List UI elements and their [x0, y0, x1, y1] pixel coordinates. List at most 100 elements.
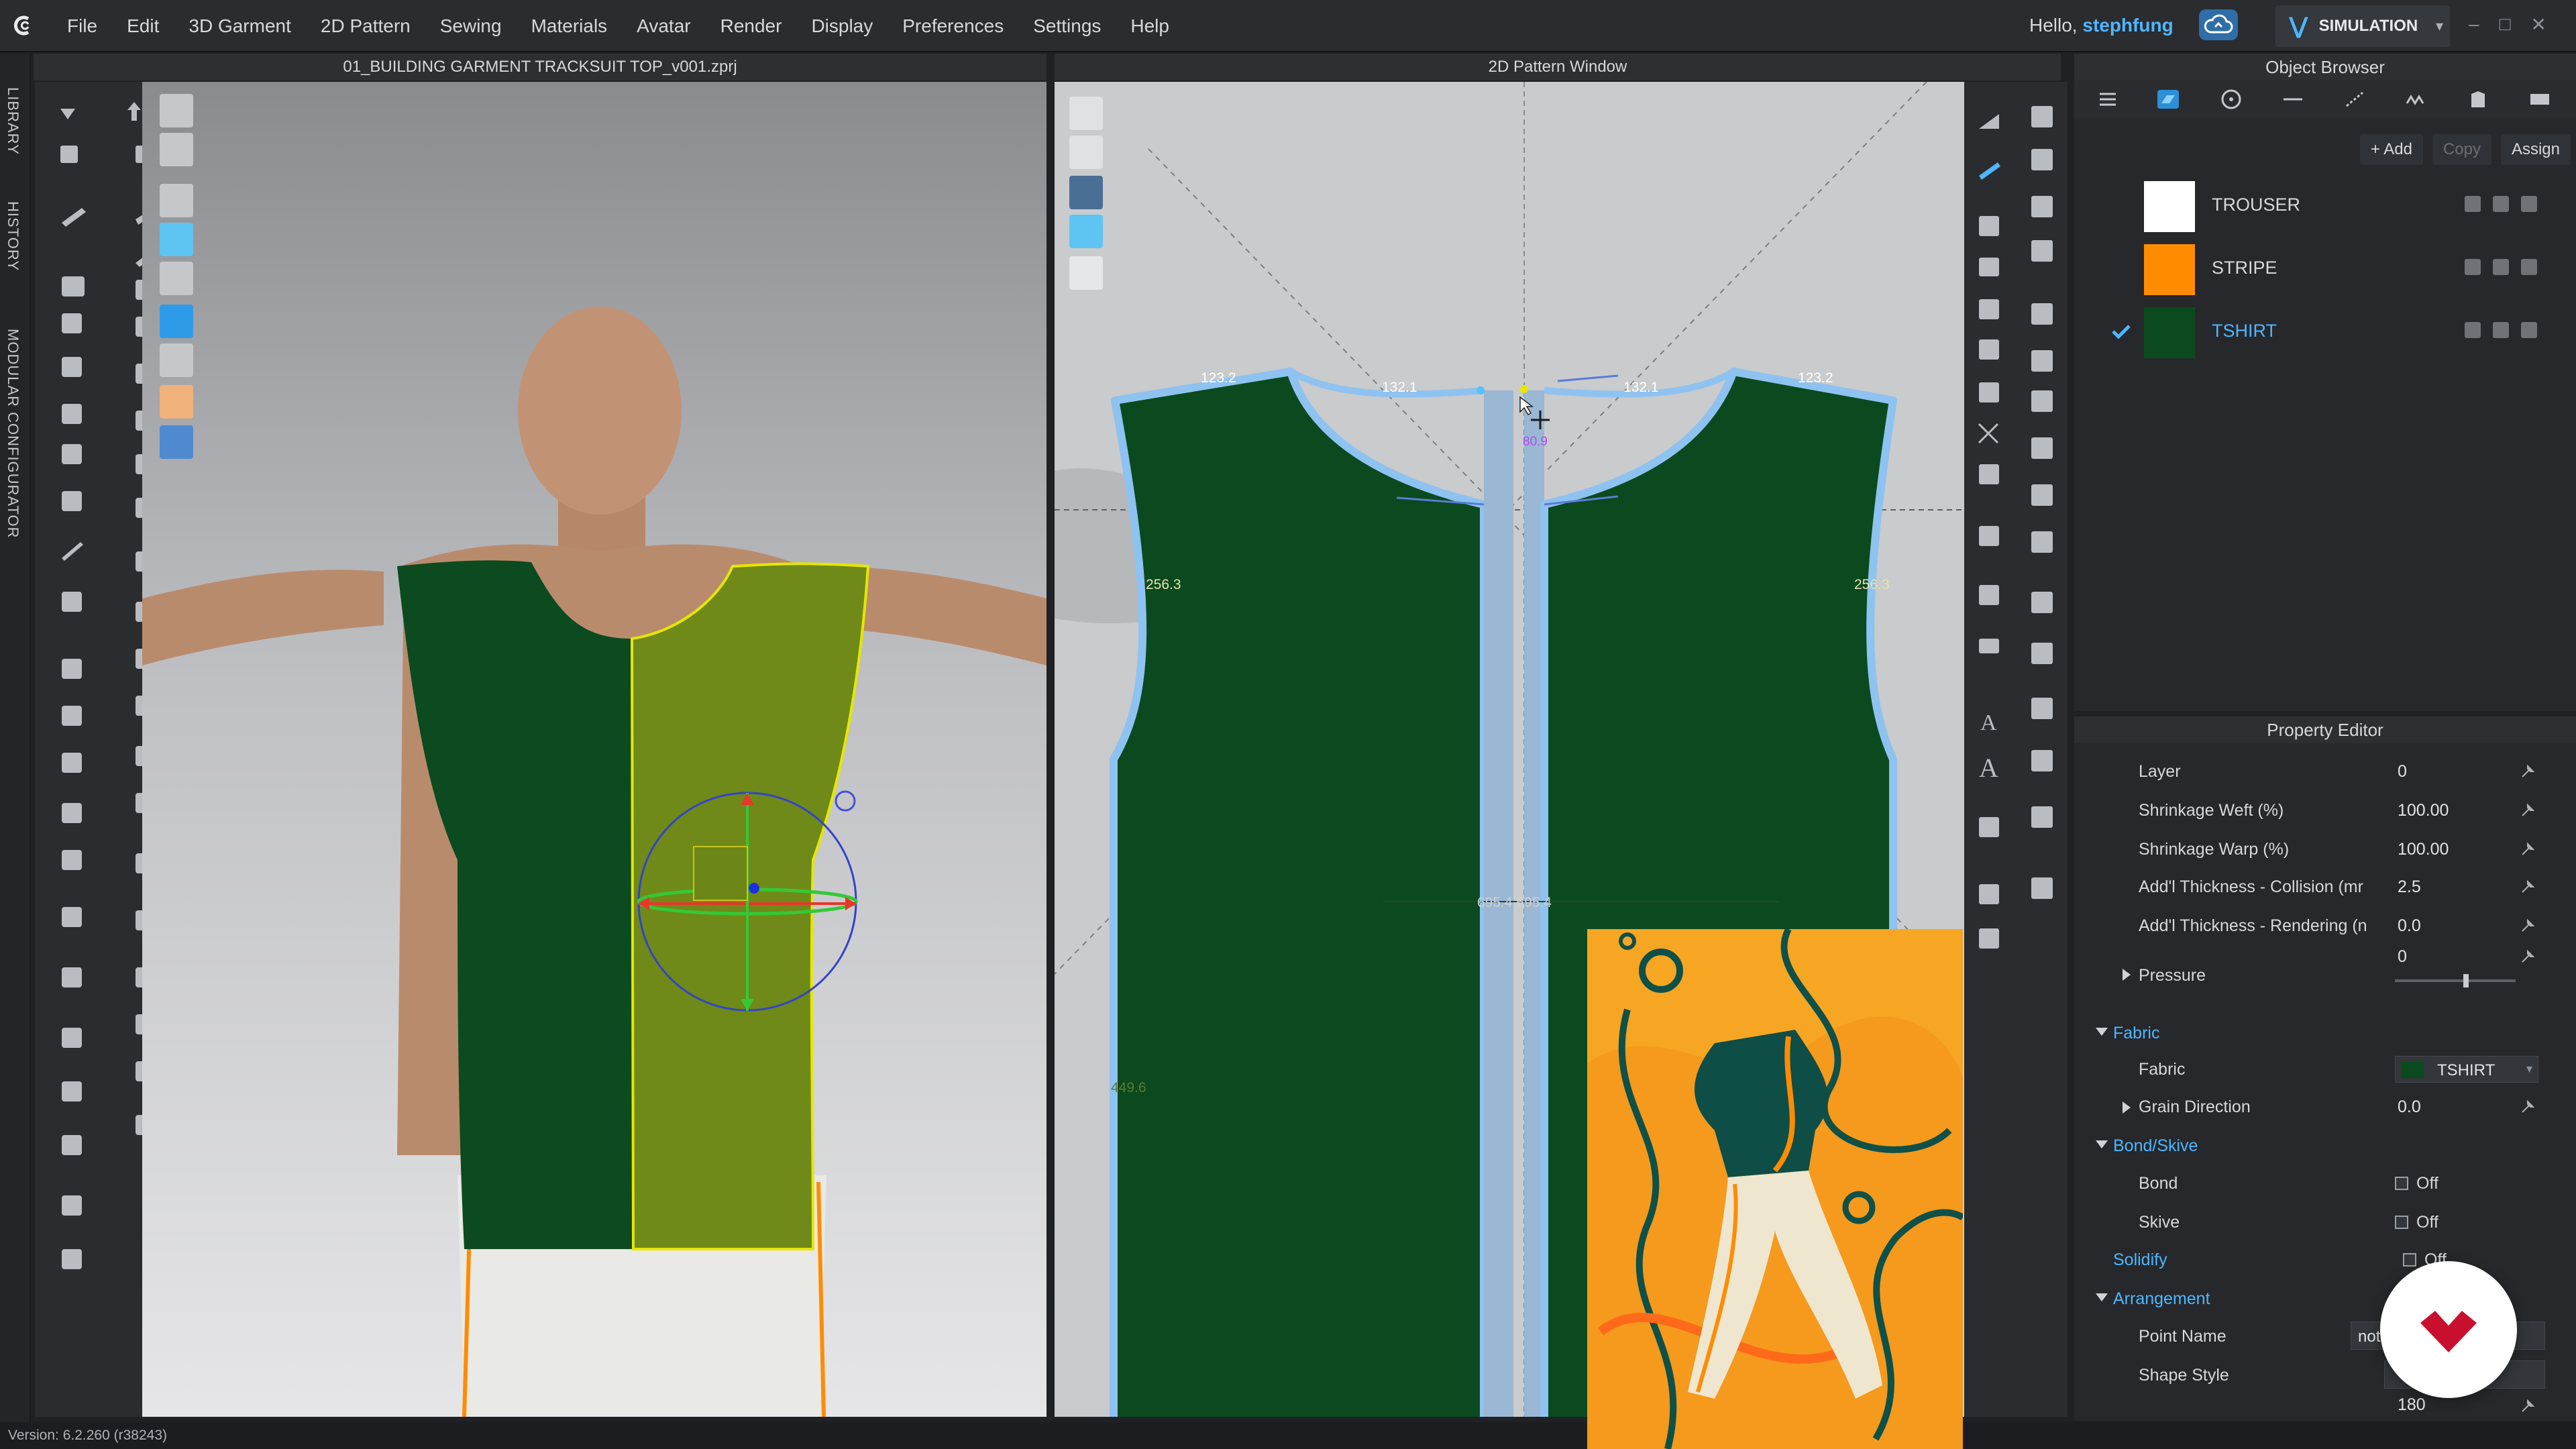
menu-settings[interactable]: Settings — [1033, 15, 1101, 37]
menu-3d-garment[interactable]: 3D Garment — [189, 15, 291, 37]
pin-icon[interactable] — [2520, 841, 2536, 857]
prop-shrinkage-weft[interactable]: Shrinkage Weft (%) 100.00 — [2074, 792, 2576, 829]
prop-value[interactable]: 100.00 — [2398, 801, 2449, 820]
minimize-icon[interactable]: – — [2469, 13, 2479, 36]
bond-checkbox[interactable] — [2395, 1177, 2408, 1190]
menu-sewing[interactable]: Sewing — [440, 15, 502, 37]
zipper-tab-icon[interactable] — [2403, 86, 2430, 113]
fabric-item-stripe[interactable]: STRIPE — [2074, 237, 2576, 298]
pressure-slider-thumb[interactable] — [2463, 974, 2469, 987]
pin-icon[interactable] — [2520, 802, 2536, 818]
tool-row-18b — [136, 853, 156, 873]
domestika-badge[interactable] — [2380, 1261, 2517, 1398]
menu-display[interactable]: Display — [811, 15, 873, 37]
user-greeting[interactable]: Hello, stephfung — [2029, 15, 2174, 36]
menu-file[interactable]: File — [67, 15, 97, 37]
menu-2d-pattern[interactable]: 2D Pattern — [321, 15, 411, 37]
collapse-icon[interactable] — [2096, 1293, 2108, 1301]
app-logo-icon[interactable] — [8, 11, 38, 40]
pin-icon[interactable] — [2520, 763, 2536, 780]
edit-icon[interactable] — [2465, 322, 2481, 338]
prop-skive[interactable]: Skive Off — [2074, 1203, 2576, 1241]
prop-thickness-collision[interactable]: Add'l Thickness - Collision (mr 2.5 — [2074, 868, 2576, 906]
menu-help[interactable]: Help — [1130, 15, 1169, 37]
prop-value[interactable]: 100.00 — [2398, 840, 2449, 859]
copy-icon[interactable] — [2493, 322, 2509, 338]
pin-icon[interactable] — [2520, 949, 2536, 965]
toolbar-2d-a-icons: A A — [1978, 114, 2000, 949]
copy-button[interactable]: Copy — [2432, 134, 2491, 165]
prop-value[interactable]: 0.0 — [2398, 916, 2421, 936]
prop-value[interactable]: 180 — [2398, 1395, 2426, 1415]
prop-fabric[interactable]: Fabric TSHIRT ▾ — [2074, 1051, 2576, 1088]
menu-avatar[interactable]: Avatar — [637, 15, 690, 37]
prop-label: Layer — [2139, 762, 2181, 781]
pin-icon[interactable] — [2520, 1398, 2536, 1414]
tab-library[interactable]: LIBRARY — [4, 87, 21, 155]
expand-icon[interactable] — [2123, 1102, 2131, 1114]
collapse-icon[interactable] — [2096, 1140, 2108, 1148]
prop-value[interactable]: 2.5 — [2398, 877, 2421, 897]
add-button[interactable]: + Add — [2359, 134, 2423, 165]
prop-pressure[interactable]: 0 Pressure — [2074, 945, 2576, 1018]
fabric-tab-icon[interactable] — [2155, 86, 2182, 113]
close-icon[interactable]: ✕ — [2531, 13, 2546, 36]
copy-icon[interactable] — [2493, 259, 2509, 275]
simulation-button[interactable]: ⋁ SIMULATION ▾ — [2275, 5, 2450, 47]
menu-edit[interactable]: Edit — [127, 15, 159, 37]
cloud-sync-button[interactable] — [2199, 9, 2238, 40]
prop-bond[interactable]: Bond Off — [2074, 1165, 2576, 1202]
collapse-icon[interactable] — [2096, 1028, 2108, 1036]
list-icon[interactable] — [2094, 86, 2121, 113]
pin-icon[interactable] — [2520, 918, 2536, 934]
expand-icon[interactable] — [2123, 969, 2131, 981]
avatar-scene — [142, 307, 1046, 1417]
fabric-actions — [2465, 259, 2537, 275]
save-icon[interactable] — [2521, 196, 2537, 212]
save-icon[interactable] — [2521, 322, 2537, 338]
pressure-slider-track[interactable] — [2395, 979, 2516, 982]
skive-checkbox[interactable] — [2395, 1216, 2408, 1229]
pin-icon[interactable] — [2520, 879, 2536, 895]
prop-shrinkage-warp[interactable]: Shrinkage Warp (%) 100.00 — [2074, 830, 2576, 868]
button-tab-icon[interactable] — [2218, 86, 2245, 113]
chevron-down-icon[interactable]: ▾ — [2526, 1062, 2532, 1076]
tool-row-19b — [136, 910, 156, 930]
topstitch-tab-icon[interactable] — [2279, 86, 2306, 113]
tool-row-16 — [62, 753, 82, 773]
copy-icon[interactable] — [2493, 196, 2509, 212]
edit-icon[interactable] — [2465, 196, 2481, 212]
viewport-3d[interactable] — [142, 82, 1046, 1417]
edit-icon[interactable] — [2465, 259, 2481, 275]
menu-preferences[interactable]: Preferences — [902, 15, 1004, 37]
tab-modular-configurator[interactable]: MODULAR CONFIGURATOR — [4, 329, 21, 539]
section-fabric[interactable]: Fabric — [2074, 1014, 2576, 1052]
fabric-item-tshirt[interactable]: TSHIRT — [2074, 301, 2576, 361]
fabric-item-trouser[interactable]: TROUSER — [2074, 174, 2576, 235]
maximize-icon[interactable]: □ — [2500, 13, 2511, 36]
chevron-down-icon[interactable]: ▾ — [2436, 17, 2443, 35]
tool-row-6b — [136, 317, 156, 337]
fabric-select[interactable]: TSHIRT ▾ — [2395, 1056, 2538, 1083]
prop-value[interactable]: 0.0 — [2398, 1097, 2421, 1117]
assign-button[interactable]: Assign — [2500, 134, 2571, 165]
tool-row-14 — [62, 659, 82, 679]
sewing-tool-11 — [2031, 592, 2053, 613]
prop-thickness-rendering[interactable]: Add'l Thickness - Rendering (n 0.0 — [2074, 907, 2576, 945]
section-bond-skive[interactable]: Bond/Skive — [2074, 1127, 2576, 1165]
save-icon[interactable] — [2521, 259, 2537, 275]
pin-icon[interactable] — [2520, 1099, 2536, 1115]
menu-materials[interactable]: Materials — [531, 15, 608, 37]
more-tab-icon[interactable] — [2526, 86, 2553, 113]
pressure-value[interactable]: 0 — [2398, 947, 2407, 967]
prop-grain-direction[interactable]: Grain Direction 0.0 — [2074, 1088, 2576, 1126]
tool-row-8b — [136, 411, 156, 431]
trim-tab-icon[interactable] — [2341, 86, 2368, 113]
tab-history[interactable]: HISTORY — [4, 201, 21, 271]
prop-value[interactable]: 0 — [2398, 762, 2407, 782]
garment-tab-icon[interactable] — [2465, 86, 2491, 113]
tool-row-20 — [62, 967, 82, 987]
menu-render[interactable]: Render — [720, 15, 782, 37]
prop-layer[interactable]: Layer 0 — [2074, 753, 2576, 790]
measure-armhole-left: 256.3 — [1146, 577, 1181, 592]
